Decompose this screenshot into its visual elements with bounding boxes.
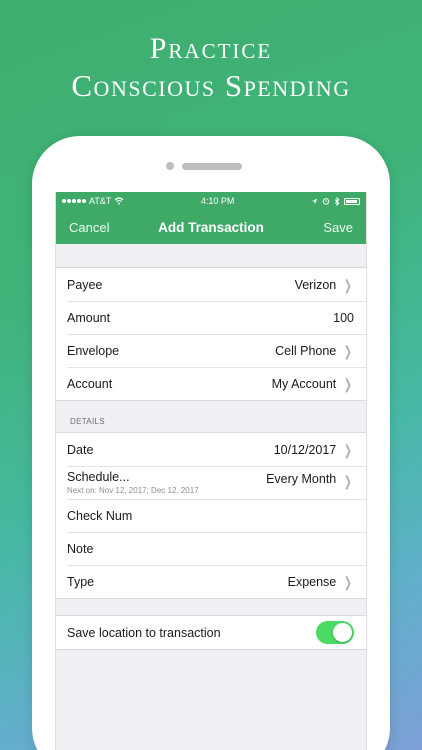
chevron-right-icon: ❯ bbox=[344, 441, 353, 458]
check-num-row[interactable]: Check Num bbox=[56, 499, 366, 532]
chevron-right-icon: ❯ bbox=[344, 276, 353, 293]
save-location-row: Save location to transaction bbox=[56, 616, 366, 649]
chevron-right-icon: ❯ bbox=[344, 342, 353, 359]
note-label: Note bbox=[67, 541, 94, 556]
toggle-knob bbox=[333, 623, 352, 642]
payee-row[interactable]: Payee Verizon ❯ bbox=[56, 268, 366, 301]
nav-bar: Cancel Add Transaction Save bbox=[56, 210, 366, 244]
date-value: 10/12/2017 bbox=[273, 442, 337, 457]
note-row[interactable]: Note bbox=[56, 532, 366, 565]
location-arrow-icon bbox=[311, 198, 318, 204]
save-location-toggle[interactable] bbox=[316, 621, 354, 644]
payee-value: Verizon bbox=[294, 277, 337, 292]
cancel-button[interactable]: Cancel bbox=[69, 220, 109, 235]
headline-line-2: Conscious Spending bbox=[71, 68, 351, 103]
headline: Practice Conscious Spending bbox=[0, 32, 422, 104]
amount-row[interactable]: Amount 100 bbox=[56, 301, 366, 334]
status-time: 4:10 PM bbox=[200, 196, 235, 206]
type-value: Expense bbox=[287, 574, 337, 589]
account-value: My Account bbox=[271, 376, 337, 391]
speaker-grille bbox=[182, 163, 242, 170]
envelope-label: Envelope bbox=[67, 343, 120, 358]
chevron-right-icon: ❯ bbox=[344, 473, 353, 489]
bluetooth-icon bbox=[334, 196, 340, 206]
schedule-label: Schedule... bbox=[67, 470, 130, 484]
check-num-label: Check Num bbox=[67, 508, 133, 523]
details-section-header: DETAILS bbox=[70, 417, 105, 426]
headline-line-1: Practice bbox=[149, 32, 273, 65]
type-row[interactable]: Type Expense ❯ bbox=[56, 565, 366, 598]
account-row[interactable]: Account My Account ❯ bbox=[56, 367, 366, 400]
status-bar: AT&T 4:10 PM bbox=[56, 192, 366, 210]
battery-icon bbox=[344, 197, 360, 205]
date-row[interactable]: Date 10/12/2017 ❯ bbox=[56, 433, 366, 466]
chevron-right-icon: ❯ bbox=[344, 375, 353, 392]
wifi-icon bbox=[114, 197, 124, 205]
chevron-right-icon: ❯ bbox=[344, 573, 353, 590]
envelope-value: Cell Phone bbox=[275, 343, 337, 358]
payee-label: Payee bbox=[67, 277, 103, 292]
account-label: Account bbox=[67, 376, 113, 391]
camera-icon bbox=[166, 162, 174, 170]
save-location-label: Save location to transaction bbox=[67, 625, 221, 640]
details-fields: Date 10/12/2017 ❯ Schedule... Next on: No… bbox=[56, 432, 366, 599]
app-screen: AT&T 4:10 PM Cancel Add Transaction Save… bbox=[55, 192, 367, 750]
amount-label: Amount bbox=[67, 310, 111, 325]
signal-icon bbox=[62, 199, 86, 203]
schedule-next-dates: Next on: Nov 12, 2017; Dec 12, 2017 bbox=[67, 486, 199, 495]
type-label: Type bbox=[67, 574, 95, 589]
save-button[interactable]: Save bbox=[323, 220, 353, 235]
carrier-label: AT&T bbox=[89, 196, 112, 206]
amount-value[interactable]: 100 bbox=[333, 311, 354, 325]
transaction-fields: Payee Verizon ❯ Amount 100 Envelope Cell … bbox=[56, 267, 366, 401]
envelope-row[interactable]: Envelope Cell Phone ❯ bbox=[56, 334, 366, 367]
schedule-row[interactable]: Schedule... Next on: Nov 12, 2017; Dec 1… bbox=[56, 466, 366, 499]
alarm-icon bbox=[322, 198, 330, 205]
location-group: Save location to transaction bbox=[56, 615, 366, 650]
date-label: Date bbox=[67, 442, 94, 457]
schedule-value: Every Month bbox=[266, 472, 337, 486]
